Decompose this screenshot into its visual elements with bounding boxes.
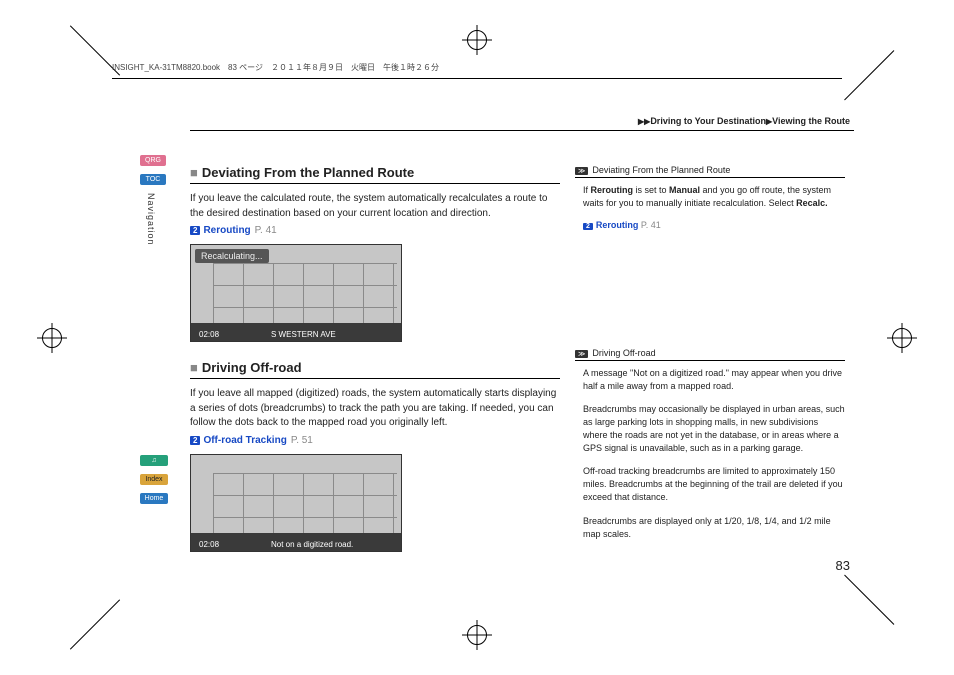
map-time: 02:08 (199, 330, 219, 339)
heading-marker-icon: ■ (190, 360, 198, 375)
side-tabs-top: QRG TOC Navigation (140, 155, 166, 246)
registration-mark (467, 625, 487, 645)
heading-text: Driving Off-road (202, 360, 302, 375)
heading-text: Deviating From the Planned Route (202, 165, 414, 180)
map-message: Not on a digitized road. (271, 540, 353, 549)
heading-offroad: ■ Driving Off-road (190, 360, 560, 379)
registration-mark (42, 328, 62, 348)
side-heading-text: Driving Off-road (592, 348, 655, 358)
main-column: ■ Deviating From the Planned Route If you… (190, 165, 560, 570)
side-note-p3: Off-road tracking breadcrumbs are limite… (583, 465, 845, 504)
side-body-deviating: If Rerouting is set to Manual and you go… (583, 184, 845, 210)
body-offroad: If you leave all mapped (digitized) road… (190, 387, 560, 431)
map-time: 02:08 (199, 540, 219, 549)
side-tabs-bottom: ♫ Index Home (140, 455, 168, 512)
note-icon: ≫ (575, 350, 588, 358)
map-screenshot-recalculating: Recalculating... 02:08 S WESTERN AVE (190, 244, 402, 342)
registration-mark (892, 328, 912, 348)
tab-toc[interactable]: TOC (140, 174, 166, 185)
page-number: 83 (836, 558, 850, 573)
xref-icon: 2 (190, 436, 200, 445)
breadcrumb-page: Viewing the Route (772, 116, 850, 126)
xref-offroad-tracking[interactable]: 2Off-road Tracking P. 51 (190, 435, 560, 446)
breadcrumb-section: Driving to Your Destination (650, 116, 766, 126)
xref-page: P. 41 (255, 225, 277, 236)
side-note-p1: A message "Not on a digitized road." may… (583, 367, 845, 393)
crop-diagonal (70, 599, 120, 649)
section-label-navigation: Navigation (146, 193, 156, 246)
note-icon: ≫ (575, 167, 588, 175)
crop-diagonal (844, 575, 894, 625)
map-street: S WESTERN AVE (271, 330, 336, 339)
xref-label: Rerouting (596, 220, 639, 230)
tab-qrg[interactable]: QRG (140, 155, 166, 166)
side-note-p2: Breadcrumbs may occasionally be displaye… (583, 403, 845, 455)
crop-diagonal (844, 50, 894, 100)
map-banner: Recalculating... (195, 249, 269, 263)
sidebar-notes: ≫ Deviating From the Planned Route If Rer… (575, 165, 845, 551)
map-screenshot-offroad: 02:08 Not on a digitized road. (190, 454, 402, 552)
printer-header: INSIGHT_KA-31TM8820.book 83 ページ ２０１１年８月９… (112, 62, 439, 73)
title-rule (190, 130, 854, 131)
side-note-p4: Breadcrumbs are displayed only at 1/20, … (583, 515, 845, 541)
registration-mark (467, 30, 487, 50)
body-deviating: If you leave the calculated route, the s… (190, 192, 560, 221)
side-heading-deviating: ≫ Deviating From the Planned Route (575, 165, 845, 178)
xref-label: Off-road Tracking (203, 435, 286, 446)
xref-page: P. 41 (641, 220, 661, 230)
xref-page: P. 51 (291, 435, 313, 446)
heading-deviating: ■ Deviating From the Planned Route (190, 165, 560, 184)
xref-label: Rerouting (203, 225, 250, 236)
header-rule (112, 78, 842, 79)
tab-voice[interactable]: ♫ (140, 455, 168, 466)
breadcrumb: ▶▶Driving to Your Destination▶Viewing th… (638, 116, 850, 126)
side-heading-offroad: ≫ Driving Off-road (575, 348, 845, 361)
xref-icon: 2 (190, 226, 200, 235)
heading-marker-icon: ■ (190, 165, 198, 180)
breadcrumb-arrow-icon: ▶▶ (638, 117, 650, 126)
xref-rerouting[interactable]: 2Rerouting P. 41 (190, 225, 560, 236)
tab-index[interactable]: Index (140, 474, 168, 485)
xref-icon: 2 (583, 223, 593, 230)
side-xref-rerouting[interactable]: 2Rerouting P. 41 (583, 220, 845, 230)
tab-home[interactable]: Home (140, 493, 168, 504)
side-heading-text: Deviating From the Planned Route (592, 165, 730, 175)
